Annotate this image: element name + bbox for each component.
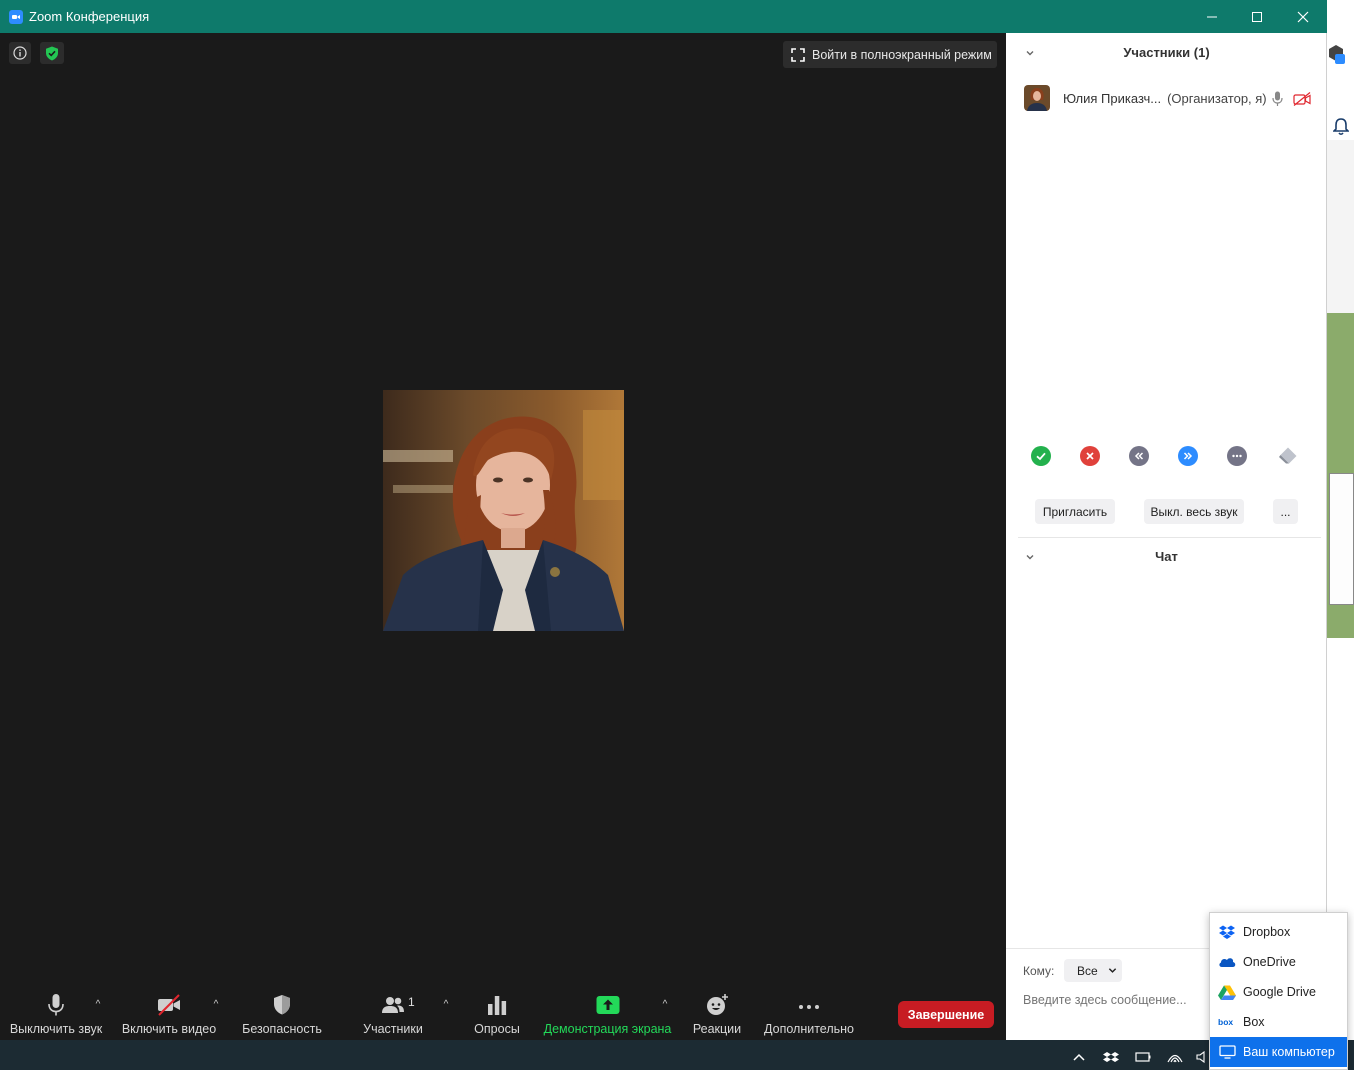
onedrive-icon [1218,954,1236,970]
participants-caret-icon[interactable]: ^ [440,999,452,1011]
chevron-down-icon [1108,968,1116,973]
polls-bar-chart-icon [485,985,509,1017]
more-label: Дополнительно [764,1022,854,1036]
window-title: Zoom Конференция [29,9,150,24]
security-shield-icon [270,985,294,1017]
tray-battery-icon[interactable] [1135,1051,1151,1063]
video-off-icon [157,985,181,1017]
menu-item-label: Google Drive [1243,985,1316,999]
menu-item-dropbox[interactable]: Dropbox [1210,917,1347,947]
menu-item-google-drive[interactable]: Google Drive [1210,977,1347,1007]
info-icon [13,46,27,60]
polls-label: Опросы [474,1022,520,1036]
maximize-button[interactable] [1234,0,1280,33]
more-reactions-icon[interactable] [1227,446,1247,466]
tray-dropbox-icon[interactable] [1103,1051,1119,1063]
video-options-caret-icon[interactable]: ^ [210,999,222,1011]
zoom-app-icon [9,9,23,24]
participants-more-button[interactable]: ... [1273,499,1298,524]
meeting-toolbar: Выключить звук ^ Включить видео ^ Безопа… [0,985,1006,1040]
share-source-menu: Dropbox OneDrive Google Drive box Box Ва… [1209,912,1348,1070]
chat-title: Чат [1155,549,1178,564]
participant-mic-icon[interactable] [1272,91,1283,107]
mute-all-button[interactable]: Выкл. весь звук [1144,499,1244,524]
encryption-button[interactable] [40,42,64,64]
microphone-icon [44,985,68,1017]
no-x-icon[interactable] [1080,446,1100,466]
share-options-caret-icon[interactable]: ^ [659,999,671,1011]
audio-options-caret-icon[interactable]: ^ [92,999,104,1011]
mute-button[interactable]: Выключить звук [8,985,104,1040]
tray-expand-chevron-icon[interactable] [1071,1051,1087,1063]
background-window [1327,0,1354,1040]
menu-item-label: Box [1243,1015,1265,1029]
share-screen-button[interactable]: Демонстрация экрана [544,985,671,1040]
chat-recipient-value: Все [1077,963,1098,978]
woman-portrait-image [383,390,624,631]
computer-icon [1218,1044,1236,1060]
yes-check-icon[interactable] [1031,446,1051,466]
go-faster-icon[interactable] [1178,446,1198,466]
background-panel [1327,140,1354,315]
security-label: Безопасность [242,1022,322,1036]
chat-header[interactable]: Чат [1006,549,1327,569]
window-titlebar: Zoom Конференция [0,0,1327,33]
nonverbal-feedback-row [1006,446,1327,470]
participant-video-off-icon[interactable] [1293,92,1311,106]
menu-item-label: OneDrive [1243,955,1296,969]
svg-text:box: box [1218,1017,1233,1027]
chat-recipient-select[interactable]: Все [1064,959,1122,982]
mute-label: Выключить звук [9,1022,103,1036]
video-label: Включить видео [121,1022,217,1036]
participants-label: Участники [363,1022,423,1036]
menu-item-label: Ваш компьютер [1243,1045,1335,1059]
menu-item-onedrive[interactable]: OneDrive [1210,947,1347,977]
box-icon: box [1218,1014,1236,1030]
participants-count: 1 [408,995,415,1009]
shield-check-icon [46,46,58,60]
background-thumbnail [1329,473,1354,605]
google-drive-icon [1218,984,1236,1000]
security-button[interactable]: Безопасность [238,985,326,1040]
close-button[interactable] [1280,0,1326,33]
fullscreen-icon [791,47,805,62]
participants-title: Участники (1) [1123,45,1210,60]
bell-icon[interactable] [1333,118,1349,136]
participants-header[interactable]: Участники (1) [1006,45,1327,65]
menu-item-box[interactable]: box Box [1210,1007,1347,1037]
chat-to-label: Кому: [1023,964,1055,978]
section-divider [1018,537,1321,538]
clear-eraser-icon[interactable] [1278,446,1298,466]
start-video-button[interactable]: Включить видео [121,985,217,1040]
menu-item-label: Dropbox [1243,925,1291,939]
menu-item-your-computer[interactable]: Ваш компьютер [1210,1037,1347,1067]
notification-badge-icon [1329,45,1345,64]
tray-wifi-icon[interactable] [1167,1051,1183,1063]
meeting-info-button[interactable] [9,42,31,64]
participant-avatar [1024,85,1050,111]
participant-name: Юлия Приказч... [1063,90,1162,106]
fullscreen-button[interactable]: Войти в полноэкранный режим [783,41,997,68]
reactions-button[interactable]: Реакции [690,985,744,1040]
more-dots-icon [797,985,821,1017]
minimize-button[interactable] [1189,0,1235,33]
polls-button[interactable]: Опросы [470,985,524,1040]
side-panel: Участники (1) Юлия Приказч... (Организат… [1006,33,1327,1040]
end-meeting-button[interactable]: Завершение [898,1001,994,1028]
reactions-label: Реакции [692,1022,742,1036]
dropbox-icon [1218,924,1236,940]
fullscreen-label: Войти в полноэкранный режим [812,47,992,62]
more-button[interactable]: Дополнительно [763,985,855,1040]
participant-role: (Организатор, я) [1167,90,1267,106]
participant-video-photo [383,390,624,631]
video-area: Войти в полноэкранный режим [0,33,1006,985]
go-slower-icon[interactable] [1129,446,1149,466]
invite-button[interactable]: Пригласить [1035,499,1115,524]
participants-icon [380,985,406,1017]
reactions-smiley-icon [705,985,729,1017]
share-screen-label: Демонстрация экрана [543,1022,672,1036]
participants-button[interactable]: Участники [357,985,429,1040]
share-screen-icon [596,985,620,1017]
